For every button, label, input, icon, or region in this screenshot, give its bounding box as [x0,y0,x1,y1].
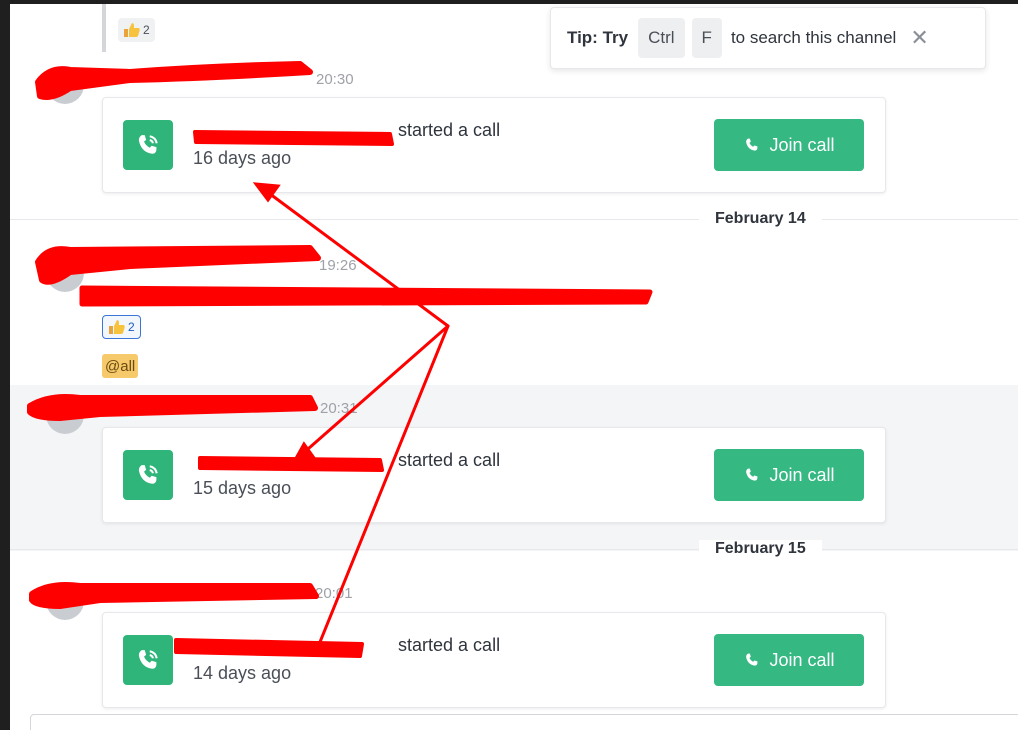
phone-icon [746,138,758,151]
call-title: started a call [398,635,501,655]
call-age: 16 days ago [193,148,292,168]
reaction-thumbs-up-top[interactable]: 2 [118,18,155,42]
search-tip-toast: Tip: Try Ctrl F to search this channel ✕ [550,7,986,69]
quote-bar [102,4,106,52]
call-age: 15 days ago [193,478,292,498]
kbd-f: F [691,18,722,58]
join-call-label: Join call [769,649,835,670]
join-call-label: Join call [769,134,835,155]
kbd-ctrl: Ctrl [638,18,685,58]
message-time: 20:30 [316,71,354,88]
message-time: 20:01 [315,585,353,602]
mention-all[interactable]: @all [102,354,139,378]
phone-icon [746,468,758,481]
thumbs-up-icon [108,319,126,335]
call-title: started a call [398,450,501,470]
message-time: 19:26 [319,257,357,274]
date-label: February 15 [699,540,822,558]
message-list[interactable]: 2 Tip: Try Ctrl F to search this channel… [10,4,1018,730]
thumbs-up-icon [123,22,141,38]
call-title: started a call [398,120,501,140]
tip-text: to search this channel [730,28,897,47]
date-label: February 14 [699,210,822,228]
avatar[interactable] [46,66,84,104]
message-composer[interactable] [30,714,1018,730]
phone-call-icon [123,450,173,500]
reaction-thumbs-up[interactable]: 2 [102,315,141,339]
tip-lead: Tip: Try [567,28,629,47]
date-divider [10,549,1018,550]
close-icon[interactable]: ✕ [910,27,928,49]
call-card: started a call 14 days ago Join call [102,612,886,708]
phone-call-icon [123,635,173,685]
reaction-count: 2 [128,320,135,334]
avatar[interactable] [46,396,84,434]
call-card: started a call 16 days ago Join call [102,97,886,193]
join-call-button[interactable]: Join call [714,634,864,686]
call-card: started a call 15 days ago Join call [102,427,886,523]
reaction-count: 2 [143,23,150,37]
phone-call-icon [123,120,173,170]
avatar[interactable] [46,582,84,620]
window-frame-left [0,0,10,730]
avatar[interactable] [46,254,84,292]
phone-icon [746,653,758,666]
join-call-label: Join call [769,464,835,485]
join-call-button[interactable]: Join call [714,119,864,171]
call-age: 14 days ago [193,663,292,683]
message-time: 20:31 [320,400,358,417]
join-call-button[interactable]: Join call [714,449,864,501]
date-divider [10,219,1018,220]
